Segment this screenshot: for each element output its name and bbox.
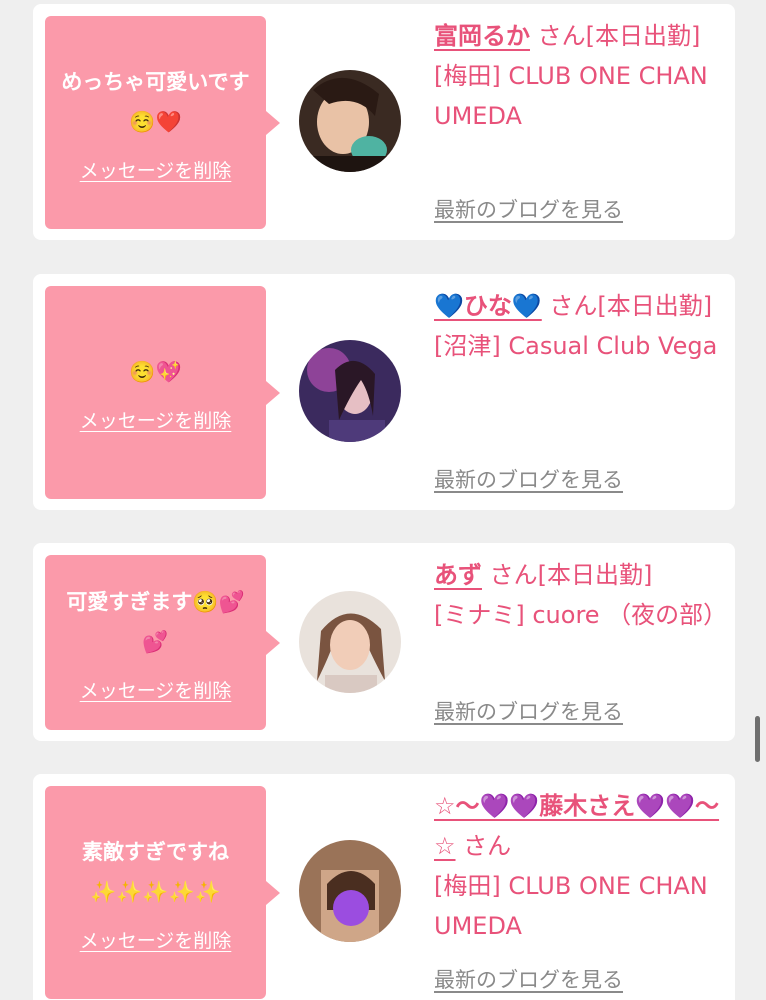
avatar-photo-icon bbox=[299, 591, 401, 693]
message-text: 素敵すぎですね✨✨✨✨✨ bbox=[82, 840, 229, 904]
message-bubble: めっちゃ可愛いです☺️❤️ メッセージを削除 bbox=[45, 16, 280, 229]
shop-name: [ミナミ] cuore （夜の部） bbox=[434, 601, 728, 629]
latest-blog-link[interactable]: 最新のブログを見る bbox=[434, 964, 623, 994]
message-bubble: ☺️💖 メッセージを削除 bbox=[45, 286, 280, 499]
message-card: 素敵すぎですね✨✨✨✨✨ メッセージを削除 ☆〜💜💜藤木さえ💜💜〜☆ さん [梅… bbox=[33, 774, 735, 1000]
cast-name-link[interactable]: 富岡るか bbox=[434, 22, 530, 50]
message-card: 可愛すぎます🥺💕💕 メッセージを削除 あず さん[本日出勤] [ミナミ] cuo… bbox=[33, 543, 735, 741]
cast-status: さん[本日出勤] bbox=[549, 292, 713, 320]
shop-name: [梅田] CLUB ONE CHAN UMEDA bbox=[434, 872, 708, 940]
delete-message-link[interactable]: メッセージを削除 bbox=[80, 926, 232, 953]
message-bubble: 素敵すぎですね✨✨✨✨✨ メッセージを削除 bbox=[45, 786, 280, 999]
avatar-photo-icon bbox=[299, 70, 401, 172]
cast-name-link[interactable]: 💙ひな💙 bbox=[434, 292, 542, 320]
message-text: 可愛すぎます🥺💕💕 bbox=[66, 590, 245, 654]
cast-status: さん bbox=[463, 832, 512, 860]
latest-blog-link[interactable]: 最新のブログを見る bbox=[434, 194, 623, 224]
delete-message-link[interactable]: メッセージを削除 bbox=[80, 406, 232, 433]
shop-name: [梅田] CLUB ONE CHAN UMEDA bbox=[434, 62, 708, 130]
scrollbar[interactable] bbox=[755, 716, 760, 762]
cast-status: さん[本日出勤] bbox=[537, 22, 701, 50]
latest-blog-link[interactable]: 最新のブログを見る bbox=[434, 696, 623, 726]
message-bubble: 可愛すぎます🥺💕💕 メッセージを削除 bbox=[45, 555, 280, 730]
delete-message-link[interactable]: メッセージを削除 bbox=[80, 676, 232, 703]
delete-message-link[interactable]: メッセージを削除 bbox=[80, 156, 232, 183]
cast-avatar[interactable] bbox=[299, 840, 401, 942]
message-text: めっちゃ可愛いです☺️❤️ bbox=[61, 70, 250, 134]
latest-blog-link[interactable]: 最新のブログを見る bbox=[434, 464, 623, 494]
cast-name-link[interactable]: あず bbox=[434, 561, 482, 589]
avatar-photo-icon bbox=[299, 340, 401, 442]
message-card: めっちゃ可愛いです☺️❤️ メッセージを削除 富岡るか さん[本日出勤] [梅田… bbox=[33, 4, 735, 240]
cast-avatar[interactable] bbox=[299, 340, 401, 442]
message-text: ☺️💖 bbox=[129, 360, 182, 384]
cast-avatar[interactable] bbox=[299, 591, 401, 693]
avatar-photo-icon bbox=[299, 840, 401, 942]
cast-status: さん[本日出勤] bbox=[489, 561, 653, 589]
shop-name: [沼津] Casual Club Vega bbox=[434, 332, 718, 360]
cast-avatar[interactable] bbox=[299, 70, 401, 172]
message-card: ☺️💖 メッセージを削除 💙ひな💙 さん[本日出勤] [沼津] Casual C… bbox=[33, 274, 735, 510]
